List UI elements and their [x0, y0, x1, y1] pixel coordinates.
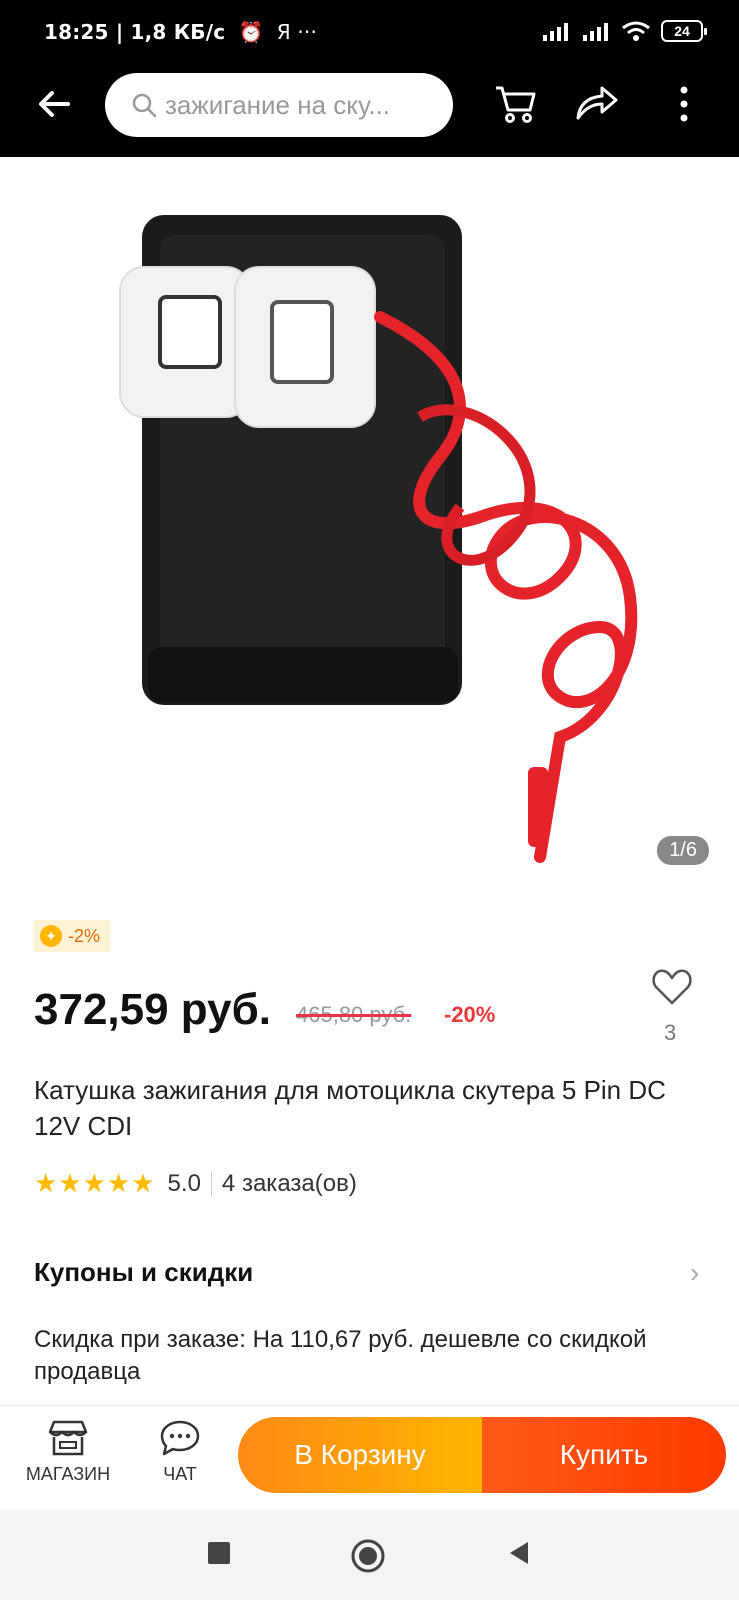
star-rating-icons: ★★★★★ [34, 1168, 156, 1198]
network-speed: 1,8 КБ/с [130, 20, 226, 44]
top-area: 18:25 | 1,8 КБ/с ⏰ Я ··· 24 зажигание на… [0, 0, 739, 157]
cart-icon[interactable] [492, 80, 540, 128]
favorite-count: 3 [664, 1020, 677, 1045]
signal-icon-2 [583, 23, 608, 41]
home-icon[interactable] [350, 1538, 386, 1574]
coupons-heading[interactable]: Купоны и скидки [34, 1257, 253, 1288]
chat-icon [160, 1420, 200, 1456]
search-bar[interactable]: зажигание на ску... [105, 73, 453, 137]
coin-icon: ✦ [40, 925, 62, 947]
battery-icon: 24 [661, 20, 707, 42]
buy-now-button[interactable]: Купить [482, 1417, 726, 1493]
product-image [119, 215, 638, 863]
back-triangle-icon[interactable] [504, 1538, 534, 1568]
current-price: 372,59 руб. [34, 985, 271, 1034]
search-icon [132, 93, 157, 118]
back-arrow-icon[interactable] [34, 84, 74, 124]
signal-icon [543, 23, 568, 41]
rating-row[interactable]: ★★★★★ 5.0 4 заказа(ов) [34, 1168, 357, 1199]
shop-label: МАГАЗИН [25, 1464, 111, 1484]
product-gallery[interactable]: 1/6 [0, 157, 739, 877]
status-bar: 18:25 | 1,8 КБ/с ⏰ Я ··· 24 [0, 0, 739, 64]
recent-apps-icon[interactable] [204, 1538, 234, 1568]
system-nav-bar [0, 1510, 739, 1600]
bottom-action-bar: МАГАЗИН ЧАТ В Корзину Купить [0, 1405, 739, 1510]
app-toolbar: зажигание на ску... [0, 64, 739, 157]
chevron-right-icon[interactable]: › [690, 1257, 699, 1289]
wifi-icon [622, 21, 650, 41]
chat-button[interactable]: ЧАТ [130, 1418, 230, 1485]
store-icon [48, 1420, 88, 1456]
old-price: 465,80 руб. [296, 1002, 412, 1027]
search-placeholder: зажигание на ску... [165, 89, 391, 120]
chat-label: ЧАТ [163, 1464, 197, 1484]
divider [210, 1170, 212, 1197]
promo-badge-text: -2% [68, 925, 101, 946]
share-icon[interactable] [572, 80, 620, 128]
alarm-icon: ⏰ [238, 20, 264, 44]
status-right: 24 [541, 20, 707, 42]
clock: 18:25 [44, 20, 109, 44]
discount-info: Скидка при заказе: На 110,67 руб. дешевл… [34, 1326, 647, 1385]
rating-value: 5.0 [167, 1169, 201, 1197]
heart-icon[interactable] [650, 965, 694, 1009]
status-time: 18:25 | 1,8 КБ/с ⏰ Я ··· [44, 20, 318, 44]
product-title: Катушка зажигания для мотоцикла скутера … [34, 1075, 666, 1141]
promo-badge: ✦ -2% [34, 920, 111, 952]
orders-count: 4 заказа(ов) [221, 1169, 357, 1197]
more-menu-icon[interactable] [660, 80, 708, 128]
shop-button[interactable]: МАГАЗИН [18, 1418, 118, 1485]
discount-percent: -20% [444, 1002, 496, 1027]
status-extra: Я ··· [276, 20, 318, 44]
image-counter: 1/6 [657, 836, 709, 865]
add-to-cart-button[interactable]: В Корзину [238, 1417, 482, 1493]
